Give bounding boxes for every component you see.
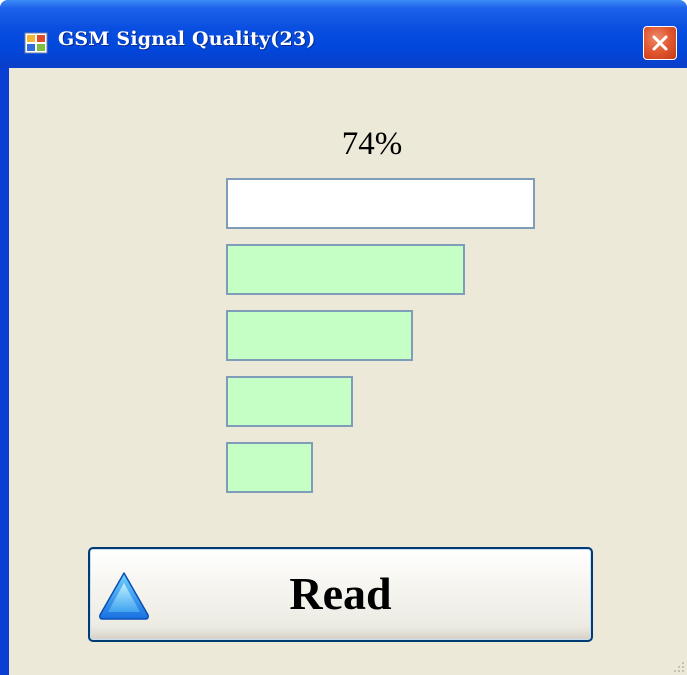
signal-bar-3 [226,310,413,361]
title-bar[interactable]: GSM Signal Quality(23) [0,0,687,68]
signal-percent-label: 74% [341,126,403,162]
close-button[interactable] [643,26,677,60]
close-icon [652,35,668,51]
resize-grip-icon[interactable] [671,659,685,673]
signal-bar-4 [226,244,465,295]
signal-bar-2 [226,376,353,427]
signal-bar-5 [226,178,535,229]
signal-bar-1 [226,442,313,493]
main-window: GSM Signal Quality(23) 74% Read [0,0,687,675]
app-window-icon [24,31,48,55]
read-button[interactable]: Read [88,547,593,642]
client-area: 74% Read [9,68,687,675]
window-title: GSM Signal Quality(23) [58,28,316,50]
read-button-label: Read [289,568,392,619]
